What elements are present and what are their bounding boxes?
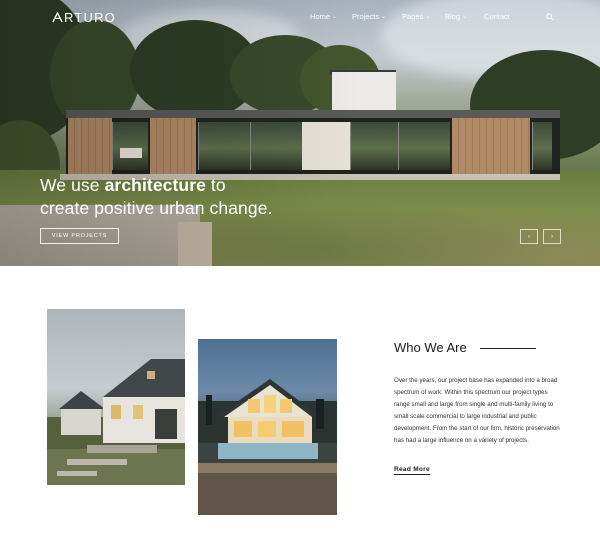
brand-logo[interactable]: RTURO <box>52 10 116 25</box>
nav-item-blog[interactable]: Blog ⌄ <box>445 12 484 21</box>
chevron-right-icon: › <box>551 233 553 240</box>
hero-headline-line1: We use architecture to <box>40 175 226 195</box>
title-divider <box>480 348 536 349</box>
hero-banner <box>0 0 600 266</box>
hero-headline-line2: create positive urban change. <box>40 198 273 218</box>
chevron-down-icon: ⌄ <box>381 14 387 20</box>
hero-headline: We use architecture to create positive u… <box>40 174 273 220</box>
about-paragraph: Over the years, our project base has exp… <box>394 377 560 444</box>
logo-mark-icon <box>52 12 63 23</box>
slider-next-button[interactable]: › <box>543 229 561 244</box>
nav-item-home[interactable]: Home ⌄ <box>310 12 352 21</box>
chevron-down-icon: ⌄ <box>332 14 338 20</box>
nav-item-projects[interactable]: Projects ⌄ <box>352 12 402 21</box>
section-title: Who We Are <box>394 340 467 355</box>
nav-item-contact[interactable]: Contact <box>484 12 524 21</box>
project-photo-1 <box>47 309 185 485</box>
hero-headline-bold: architecture <box>104 175 206 195</box>
read-more-link[interactable]: Read More <box>394 466 430 475</box>
nav-item-label: Blog <box>445 12 461 21</box>
nav-item-pages[interactable]: Pages ⌄ <box>402 12 445 21</box>
chevron-down-icon: ⌄ <box>462 14 468 20</box>
chevron-down-icon: ⌄ <box>425 14 431 20</box>
project-photo-2 <box>198 339 337 515</box>
nav-item-label: Pages <box>402 12 424 21</box>
chevron-left-icon: ‹ <box>528 233 530 240</box>
search-icon[interactable] <box>546 13 554 21</box>
nav-item-label: Contact <box>484 12 510 21</box>
logo-text: RTURO <box>64 10 116 25</box>
nav-item-label: Projects <box>352 12 380 21</box>
slider-prev-button[interactable]: ‹ <box>520 229 538 244</box>
nav-item-label: Home <box>310 12 331 21</box>
main-nav: Home ⌄ Projects ⌄ Pages ⌄ Blog ⌄ Contact <box>310 12 524 21</box>
view-projects-button[interactable]: VIEW PROJECTS <box>40 228 119 244</box>
